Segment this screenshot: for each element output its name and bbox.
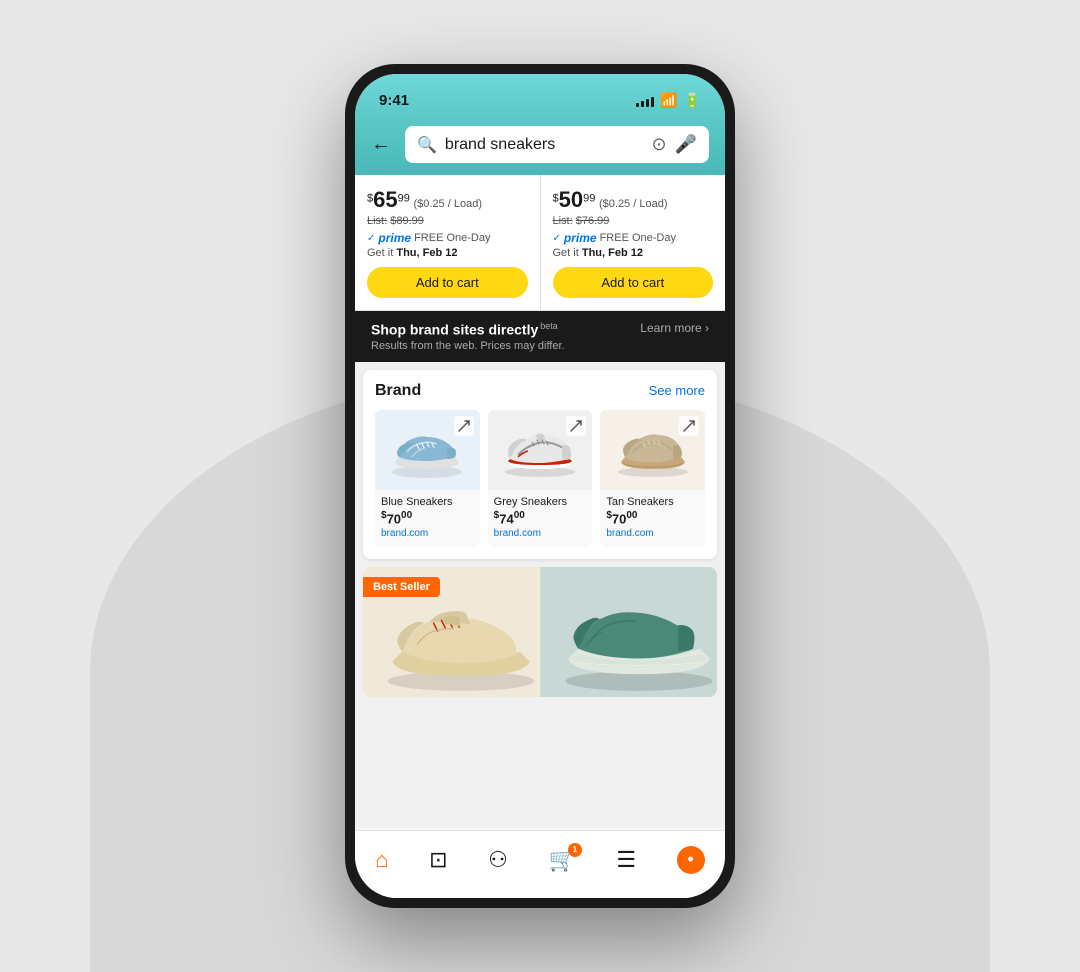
home-icon: ⌂ (375, 847, 388, 873)
brand-product-price-1: $7000 (381, 510, 474, 526)
search-box[interactable]: 🔍 brand sneakers ⊙ 🎤 (405, 126, 709, 163)
brand-sites-banner: Shop brand sites directlybeta Results fr… (355, 311, 725, 362)
bottom-nav: ⌂ ⊡ ⚇ 🛒 1 ☰ (355, 830, 725, 898)
delivery-1: Get it Thu, Feb 12 (367, 247, 528, 259)
tv-icon: ⊡ (429, 847, 447, 873)
see-more-button[interactable]: See more (649, 383, 705, 398)
prime-check-icon-1: ✓ (367, 233, 375, 244)
brand-product-card-3[interactable]: Tan Sneakers $7000 brand.com (600, 410, 705, 547)
nav-tv[interactable]: ⊡ (429, 847, 447, 873)
phone-frame: 9:41 📶 🔋 ← 🔍 brand sneakers ⊙ � (345, 64, 735, 908)
camera-search-icon[interactable]: ⊙ (651, 134, 666, 155)
brand-product-price-2: $7400 (494, 510, 587, 526)
add-to-cart-button-1[interactable]: Add to cart (367, 267, 528, 298)
bestseller-item-2[interactable] (541, 567, 718, 697)
brand-product-card-2[interactable]: Grey Sneakers $7400 brand.com (488, 410, 593, 547)
amazon-icon (677, 846, 705, 874)
nav-home[interactable]: ⌂ (375, 847, 388, 873)
external-link-icon-3 (679, 416, 699, 436)
search-area: ← 🔍 brand sneakers ⊙ 🎤 (355, 118, 725, 175)
product-price-2: $5099 ($0.25 / Load) (553, 187, 714, 213)
status-time: 9:41 (379, 92, 409, 109)
status-bar: 9:41 📶 🔋 (355, 74, 725, 118)
brand-sites-subtitle: Results from the web. Prices may differ. (371, 340, 565, 352)
learn-more-button[interactable]: Learn more › (640, 321, 709, 335)
product-cards-row: $6599 ($0.25 / Load) List: $89.99 ✓ prim… (355, 175, 725, 311)
hamburger-icon: ☰ (616, 847, 636, 873)
brand-section: Brand See more (363, 370, 717, 559)
microphone-icon[interactable]: 🎤 (675, 134, 697, 155)
prime-label-2: prime (564, 231, 597, 245)
search-right-icons: ⊙ 🎤 (651, 134, 697, 155)
brand-product-name-3: Tan Sneakers (606, 496, 699, 508)
prime-label-1: prime (378, 231, 411, 245)
cart-badge: 🛒 1 (548, 847, 575, 873)
brand-product-info-1: Blue Sneakers $7000 brand.com (375, 490, 480, 547)
brand-product-site-2: brand.com (494, 528, 587, 539)
prime-row-1: ✓ prime FREE One-Day (367, 231, 528, 245)
search-query: brand sneakers (445, 136, 644, 154)
bestseller-section: Best Seller (363, 567, 717, 697)
bestseller-item-1[interactable]: Best Seller (363, 567, 541, 697)
search-icon: 🔍 (417, 135, 437, 155)
product-price-1: $6599 ($0.25 / Load) (367, 187, 528, 213)
nav-menu[interactable]: ☰ (616, 847, 636, 873)
battery-icon: 🔋 (684, 92, 701, 109)
prime-row-2: ✓ prime FREE One-Day (553, 231, 714, 245)
brand-product-site-3: brand.com (606, 528, 699, 539)
brand-products-row: Blue Sneakers $7000 brand.com (375, 410, 705, 547)
brand-product-card-1[interactable]: Blue Sneakers $7000 brand.com (375, 410, 480, 547)
bestseller-badge: Best Seller (363, 577, 440, 597)
nav-amazon[interactable] (677, 846, 705, 874)
brand-section-header: Brand See more (375, 382, 705, 400)
brand-section-title: Brand (375, 382, 421, 400)
brand-product-name-2: Grey Sneakers (494, 496, 587, 508)
scroll-content: $6599 ($0.25 / Load) List: $89.99 ✓ prim… (355, 175, 725, 827)
nav-cart[interactable]: 🛒 1 (548, 847, 575, 873)
product-list-price-1: List: $89.99 (367, 215, 528, 227)
phone-screen: 9:41 📶 🔋 ← 🔍 brand sneakers ⊙ � (355, 74, 725, 898)
brand-product-name-1: Blue Sneakers (381, 496, 474, 508)
back-button[interactable]: ← (371, 133, 395, 156)
brand-sites-title: Shop brand sites directlybeta (371, 321, 565, 338)
brand-product-price-3: $7000 (606, 510, 699, 526)
product-list-price-2: List: $76.99 (553, 215, 714, 227)
signal-icon (636, 93, 654, 107)
cart-count: 1 (568, 843, 582, 857)
brand-product-info-2: Grey Sneakers $7400 brand.com (488, 490, 593, 547)
prime-check-icon-2: ✓ (553, 233, 561, 244)
add-to-cart-button-2[interactable]: Add to cart (553, 267, 714, 298)
person-icon: ⚇ (488, 847, 508, 873)
product-card-1: $6599 ($0.25 / Load) List: $89.99 ✓ prim… (355, 175, 540, 310)
external-link-icon-1 (454, 416, 474, 436)
brand-product-info-3: Tan Sneakers $7000 brand.com (600, 490, 705, 547)
nav-account[interactable]: ⚇ (488, 847, 508, 873)
wifi-icon: 📶 (660, 92, 677, 109)
brand-product-site-1: brand.com (381, 528, 474, 539)
product-card-2: $5099 ($0.25 / Load) List: $76.99 ✓ prim… (541, 175, 726, 310)
external-link-icon-2 (566, 416, 586, 436)
status-icons: 📶 🔋 (636, 92, 701, 109)
delivery-2: Get it Thu, Feb 12 (553, 247, 714, 259)
